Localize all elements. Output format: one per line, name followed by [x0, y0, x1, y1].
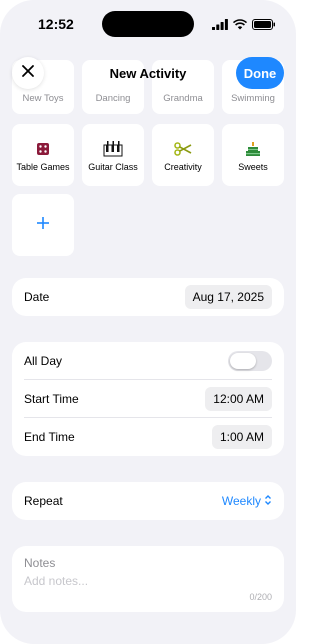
notes-title: Notes: [24, 556, 56, 570]
status-bar: 12:52: [0, 0, 296, 44]
status-time: 12:52: [38, 16, 74, 32]
activity-tile-sweets[interactable]: Sweets: [222, 124, 284, 186]
activity-row: [12, 194, 74, 256]
activity-label: Swimming: [231, 93, 275, 104]
cellular-signal-icon: [212, 17, 228, 35]
activity-label: Dancing: [95, 93, 131, 104]
time-card: All Day Start Time 12:00 AM End Time 1:0…: [12, 342, 284, 456]
repeat-value: Weekly: [221, 494, 261, 508]
done-button[interactable]: Done: [236, 57, 284, 89]
end-time-label: End Time: [24, 430, 75, 444]
date-card: Date Aug 17, 2025: [12, 278, 284, 316]
battery-icon: [252, 17, 276, 35]
wifi-icon: [232, 17, 248, 35]
activity-tile-creativity[interactable]: Creativity: [152, 124, 214, 186]
activity-row: Table Games Guitar Class Creativity Swee…: [12, 124, 284, 186]
repeat-selector[interactable]: Weekly: [222, 494, 272, 509]
end-time-picker[interactable]: 1:00 AM: [211, 425, 272, 449]
date-row: Date Aug 17, 2025: [12, 278, 284, 316]
activity-label: Grandma: [163, 93, 203, 104]
activity-tile-table-games[interactable]: Table Games: [12, 124, 74, 186]
all-day-row: All Day: [12, 342, 284, 380]
date-label: Date: [24, 290, 50, 304]
dynamic-island: [102, 11, 194, 37]
activity-label: Guitar Class: [88, 162, 138, 172]
toggle-knob: [230, 353, 256, 369]
activity-label: Sweets: [238, 162, 268, 172]
activity-label: Table Games: [16, 162, 70, 172]
all-day-toggle[interactable]: [228, 351, 272, 371]
plus-icon: [35, 215, 51, 236]
scissors-icon: [174, 138, 192, 160]
nav-bar: New Activity Done: [0, 57, 296, 91]
date-picker[interactable]: Aug 17, 2025: [184, 285, 272, 309]
end-time-row: End Time 1:00 AM: [12, 418, 284, 456]
repeat-label: Repeat: [24, 494, 63, 508]
activity-label: New Toys: [22, 93, 64, 104]
start-time-label: Start Time: [24, 392, 79, 406]
repeat-row: Repeat Weekly: [12, 482, 284, 520]
notes-card: Notes 0/200: [12, 546, 284, 612]
status-icons: [212, 17, 276, 35]
add-activity-button[interactable]: [12, 194, 74, 256]
start-time-picker[interactable]: 12:00 AM: [205, 387, 272, 411]
activity-tile-guitar-class[interactable]: Guitar Class: [82, 124, 144, 186]
phone-screen: New Toys Dancing Grandma Swimming Table …: [0, 0, 296, 644]
cake-icon: [245, 138, 261, 160]
notes-input[interactable]: [24, 574, 264, 588]
piano-keys-icon: [103, 138, 123, 160]
all-day-label: All Day: [24, 354, 63, 368]
start-time-row: Start Time 12:00 AM: [12, 380, 284, 418]
chevron-up-down-icon: [264, 494, 272, 509]
repeat-card: Repeat Weekly: [12, 482, 284, 520]
dice-icon: [36, 138, 50, 160]
notes-char-counter: 0/200: [249, 592, 272, 602]
activity-label: Creativity: [164, 162, 202, 172]
